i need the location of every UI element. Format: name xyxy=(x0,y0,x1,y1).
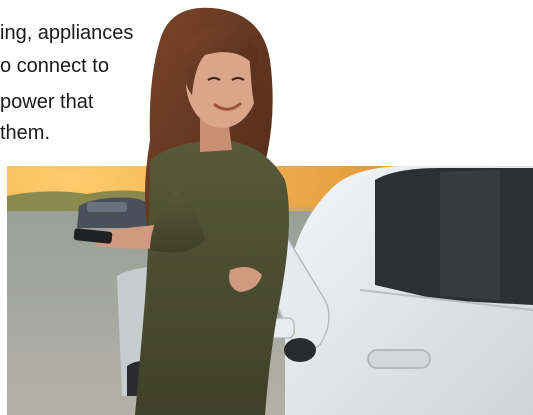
door-handle xyxy=(367,349,431,369)
caption-line: ing, appliances xyxy=(0,22,134,44)
charging-port xyxy=(284,338,316,362)
caption-line: them. xyxy=(0,122,51,144)
white-electric-car xyxy=(257,166,533,415)
page: ing, appliances o connect to power that … xyxy=(0,0,533,415)
caption-line: power that xyxy=(0,91,94,113)
caption-line: o connect to xyxy=(0,55,109,77)
smartphone xyxy=(73,228,113,244)
